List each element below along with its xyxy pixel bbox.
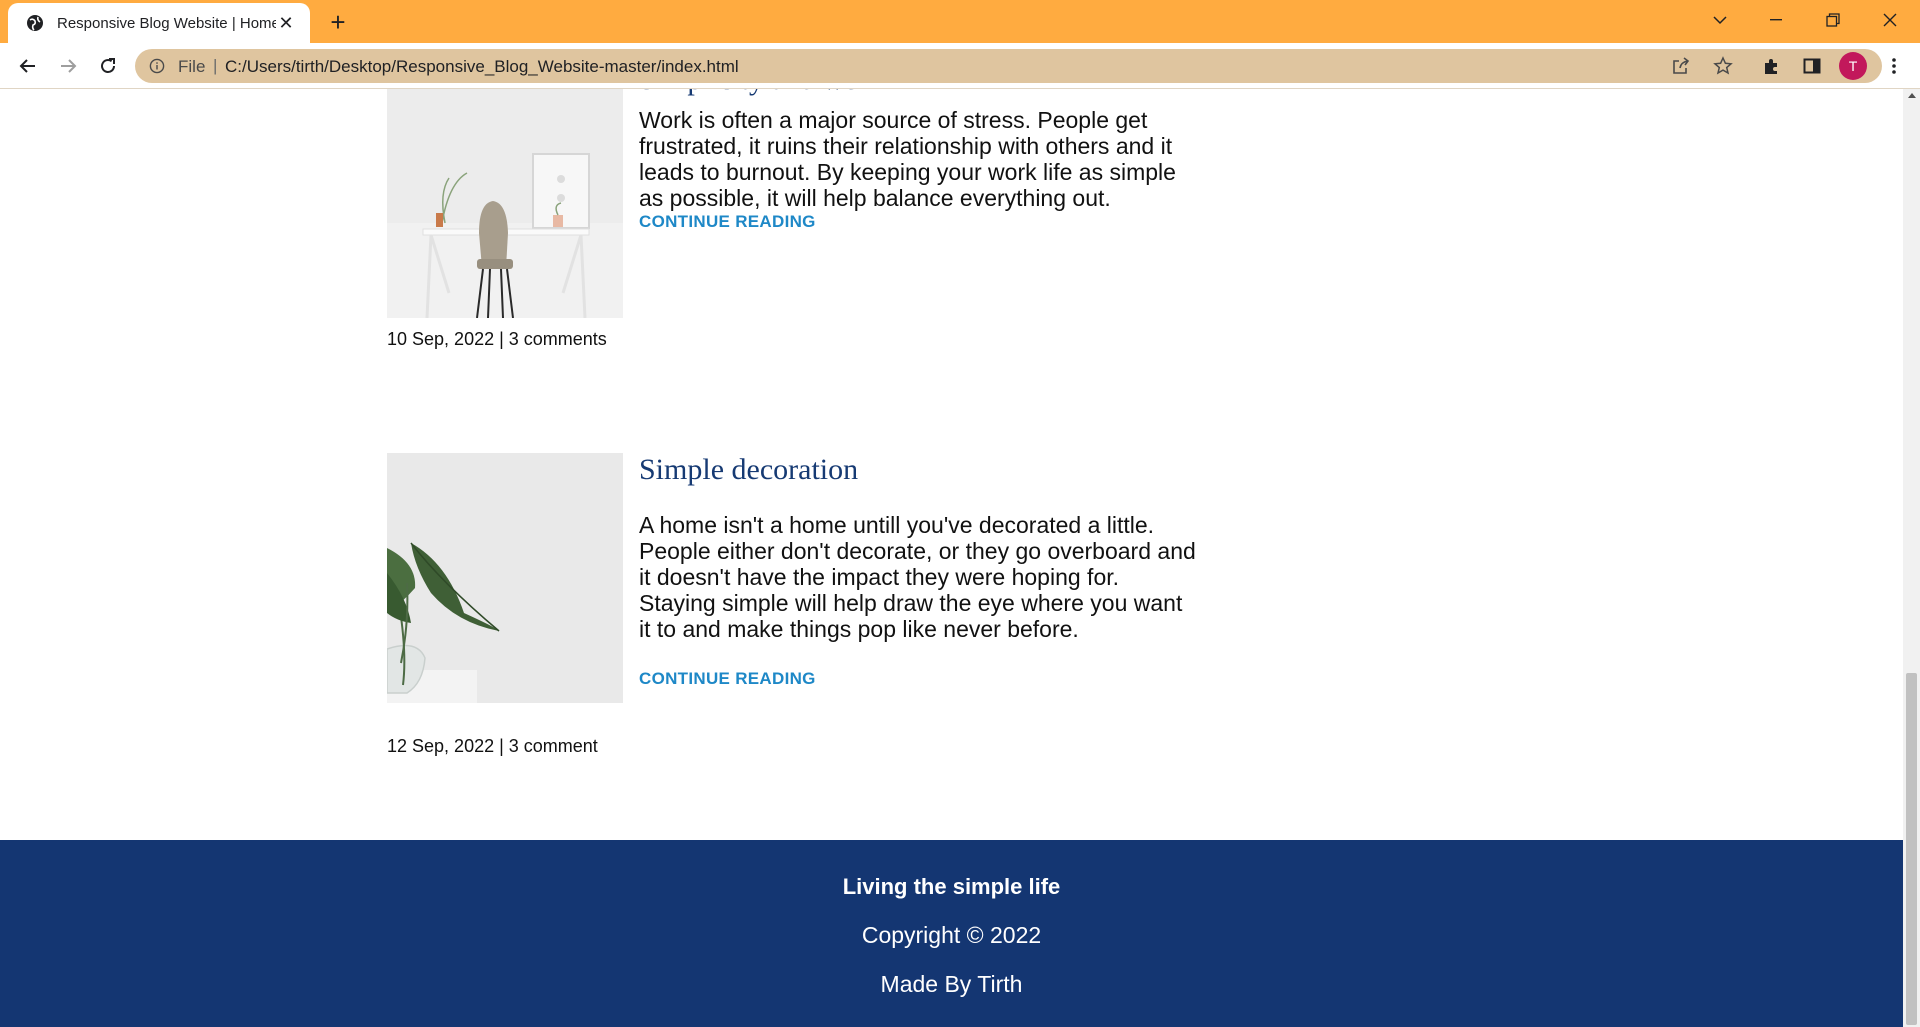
extensions-puzzle-icon[interactable]	[1755, 49, 1789, 83]
info-icon[interactable]	[147, 56, 167, 76]
desk-chair-image	[387, 89, 623, 318]
scroll-up-arrow-icon[interactable]	[1908, 93, 1916, 98]
page-scrollbar[interactable]	[1903, 89, 1920, 1027]
page-viewport: Simplicity and work Work is often a majo…	[0, 89, 1903, 1027]
blog-post: Simple decoration A home isn't a home un…	[387, 453, 1196, 756]
share-icon[interactable]	[1670, 55, 1692, 77]
close-window-button[interactable]	[1867, 0, 1913, 40]
url-text[interactable]: C:/Users/tirth/Desktop/Responsive_Blog_W…	[225, 57, 739, 77]
bookmark-star-icon[interactable]	[1712, 55, 1734, 77]
tab-title: Responsive Blog Website | Home	[57, 14, 276, 32]
profile-avatar[interactable]: T	[1839, 52, 1867, 80]
address-bar[interactable]: File | C:/Users/tirth/Desktop/Responsive…	[135, 49, 1882, 83]
continue-reading-link[interactable]: CONTINUE READING	[639, 669, 816, 689]
tab-strip: Responsive Blog Website | Home ✕ +	[0, 0, 1920, 43]
post-excerpt: Work is often a major source of stress. …	[639, 107, 1176, 211]
footer-made-by: Made By Tirth	[880, 971, 1023, 997]
forward-button[interactable]	[51, 49, 85, 83]
tab-search-button[interactable]	[1697, 0, 1743, 40]
blog-post: Simplicity and work Work is often a majo…	[387, 89, 1187, 393]
post-title[interactable]: Simplicity and work	[639, 89, 884, 97]
restore-button[interactable]	[1810, 0, 1856, 40]
footer-copyright: Copyright © 2022	[861, 922, 1042, 948]
globe-icon	[25, 13, 45, 33]
close-tab-icon[interactable]: ✕	[276, 13, 296, 33]
active-tab[interactable]: Responsive Blog Website | Home ✕	[8, 3, 310, 43]
reload-button[interactable]	[91, 49, 125, 83]
post-meta: 10 Sep, 2022 | 3 comments	[387, 329, 607, 349]
post-title[interactable]: Simple decoration	[639, 453, 858, 487]
continue-reading-link[interactable]: CONTINUE READING	[639, 212, 816, 232]
plant-vase-image	[387, 453, 623, 703]
footer-tagline: Living the simple life	[842, 874, 1061, 899]
scrollbar-thumb[interactable]	[1906, 673, 1917, 1025]
scheme-separator: |	[213, 56, 218, 75]
menu-kebab-icon[interactable]	[1877, 49, 1911, 83]
new-tab-button[interactable]: +	[324, 8, 352, 36]
site-footer: Living the simple life Copyright © 2022 …	[0, 840, 1903, 1027]
post-excerpt: A home isn't a home untill you've decora…	[639, 512, 1196, 642]
side-panel-icon[interactable]	[1795, 49, 1829, 83]
browser-toolbar: File | C:/Users/tirth/Desktop/Responsive…	[0, 43, 1920, 89]
back-button[interactable]	[11, 49, 45, 83]
post-meta: 12 Sep, 2022 | 3 comment	[387, 736, 598, 756]
scheme-label: File	[178, 57, 206, 76]
minimize-button[interactable]	[1753, 0, 1799, 40]
